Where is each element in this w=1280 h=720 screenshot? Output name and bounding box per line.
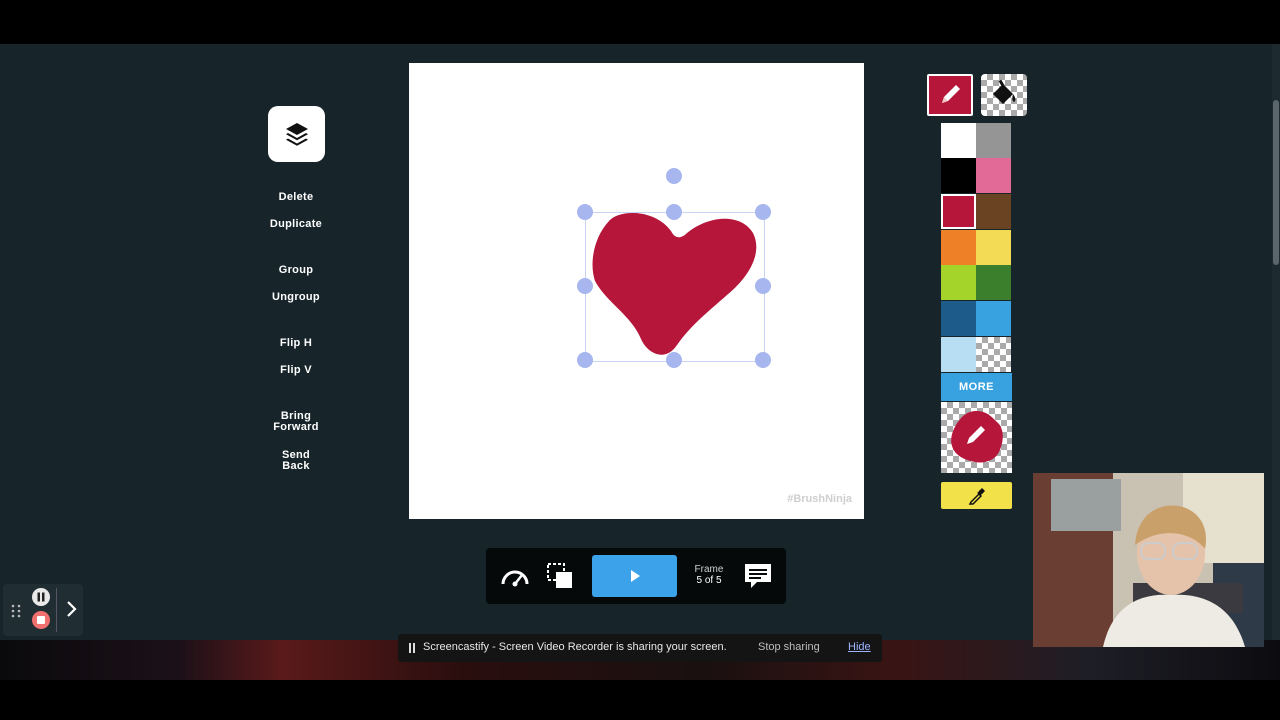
color-swatch-black[interactable] <box>941 158 976 193</box>
brush-blob-icon <box>951 411 1003 463</box>
chevron-right-icon[interactable] <box>65 600 77 618</box>
color-swatch-dark-blue[interactable] <box>941 301 976 336</box>
bring-forward-label-line2: Forward <box>273 421 319 433</box>
frames-menu-icon[interactable] <box>743 562 773 590</box>
speed-gauge-icon[interactable] <box>500 564 530 588</box>
recording-controls <box>3 584 83 636</box>
send-back-label-line2: Back <box>282 460 310 472</box>
sharing-message: Screencastify - Screen Video Recorder is… <box>423 641 727 653</box>
flip-v-button[interactable]: Flip V <box>256 365 336 376</box>
selection-box[interactable] <box>585 212 765 362</box>
pause-recording-icon[interactable] <box>31 587 51 607</box>
resize-handle-bottom-left[interactable] <box>577 352 593 368</box>
rotate-handle[interactable] <box>666 168 682 184</box>
ungroup-button[interactable]: Ungroup <box>256 292 336 303</box>
stop-recording-icon[interactable] <box>31 610 51 630</box>
fill-bucket-icon <box>993 79 1016 104</box>
resize-handle-top-left[interactable] <box>577 204 593 220</box>
fill-tool-button[interactable] <box>981 74 1027 116</box>
layers-icon <box>285 123 308 146</box>
resize-handle-right[interactable] <box>755 278 771 294</box>
play-button[interactable] <box>592 555 677 597</box>
resize-handle-bottom-right[interactable] <box>755 352 771 368</box>
bring-forward-button[interactable]: Bring Forward <box>256 411 336 433</box>
bottom-letterbox <box>0 680 1280 720</box>
eyedropper-icon <box>968 487 985 505</box>
resize-handle-left[interactable] <box>577 278 593 294</box>
color-swatch-pink[interactable] <box>976 158 1011 193</box>
resize-handle-bottom[interactable] <box>666 352 682 368</box>
screen-share-notification: Screencastify - Screen Video Recorder is… <box>398 634 882 662</box>
layers-button[interactable] <box>268 106 325 162</box>
flip-h-button[interactable]: Flip H <box>256 338 336 349</box>
color-swatch-green[interactable] <box>976 265 1011 300</box>
browser-top-bar <box>0 0 1280 44</box>
eyedropper-button[interactable] <box>941 482 1012 509</box>
stop-sharing-button[interactable]: Stop sharing <box>758 641 820 653</box>
color-swatch-light-blue[interactable] <box>941 337 976 372</box>
color-swatch-red-selected[interactable] <box>941 194 976 229</box>
pause-bars-icon <box>409 643 415 653</box>
color-swatch-gray[interactable] <box>976 123 1011 158</box>
drag-handle-icon[interactable] <box>11 604 21 618</box>
playback-bar: Frame 5 of 5 <box>486 548 786 604</box>
duplicate-button[interactable]: Duplicate <box>256 219 336 230</box>
pencil-tool-button[interactable] <box>927 74 973 116</box>
color-swatch-white[interactable] <box>941 123 976 158</box>
send-back-button[interactable]: Send Back <box>256 450 336 472</box>
color-swatch-lime[interactable] <box>941 265 976 300</box>
drawing-canvas[interactable]: #BrushNinja <box>409 63 864 519</box>
frame-word: Frame <box>694 564 724 575</box>
webcam-overlay <box>1033 473 1264 647</box>
color-swatch-transparent[interactable] <box>976 337 1011 372</box>
controls-divider <box>56 588 57 632</box>
brushninja-watermark: #BrushNinja <box>787 493 852 505</box>
color-swatch-blue[interactable] <box>976 301 1011 336</box>
color-swatch-yellow[interactable] <box>976 230 1011 265</box>
scrollbar-thumb[interactable] <box>1273 100 1279 265</box>
onion-skin-icon[interactable] <box>546 562 576 590</box>
frame-counter: Frame 5 of 5 <box>686 564 732 586</box>
resize-handle-top-right[interactable] <box>755 204 771 220</box>
color-swatch-orange[interactable] <box>941 230 976 265</box>
webcam-scene <box>1033 473 1264 647</box>
hide-link[interactable]: Hide <box>848 641 871 653</box>
play-icon <box>630 570 640 582</box>
frame-count: 5 of 5 <box>696 575 722 586</box>
more-colors-button[interactable]: MORE <box>941 373 1012 401</box>
pencil-icon <box>942 85 960 103</box>
delete-button[interactable]: Delete <box>256 192 336 203</box>
resize-handle-top[interactable] <box>666 204 682 220</box>
brush-preview[interactable] <box>941 402 1012 473</box>
color-swatch-brown[interactable] <box>976 194 1011 229</box>
group-button[interactable]: Group <box>256 265 336 276</box>
